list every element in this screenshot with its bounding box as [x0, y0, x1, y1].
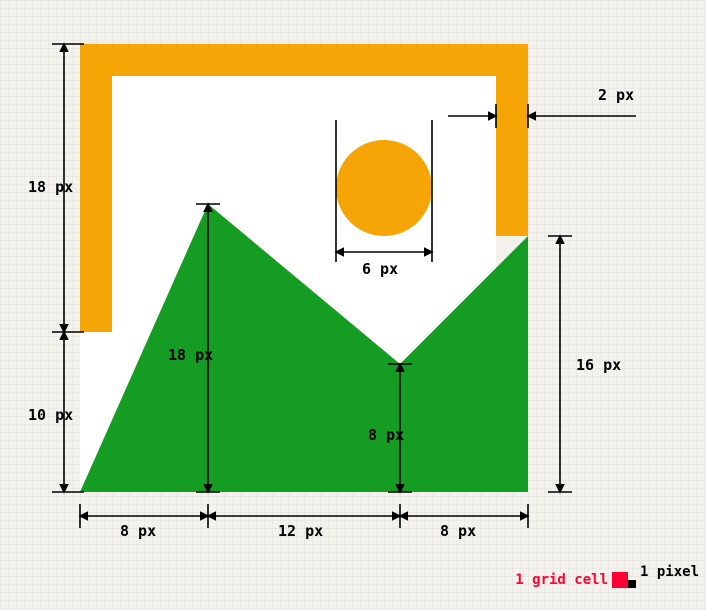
diagram-canvas: 18 px 10 px 18 px 8 px 16 px 8 px 12 px …	[0, 0, 706, 610]
sun-icon	[336, 140, 432, 236]
dim-8-valley: 8 px	[368, 426, 404, 444]
dim-16-right: 16 px	[576, 356, 621, 374]
legend-grid-cell-label: 1 grid cell	[515, 572, 608, 588]
legend-pixel-swatch	[628, 580, 636, 588]
dim-8-bottom-right: 8 px	[440, 522, 476, 540]
dim-6-sun: 6 px	[362, 260, 398, 278]
dim-18-left: 18 px	[28, 178, 73, 196]
dim-18-mountain: 18 px	[168, 346, 213, 364]
legend-grid-cell-swatch	[612, 572, 628, 588]
dim-2-border: 2 px	[598, 86, 634, 104]
picture-icon	[80, 44, 528, 492]
legend-pixel-label: 1 pixel	[640, 564, 699, 580]
dim-8-bottom-left: 8 px	[120, 522, 156, 540]
dim-12-bottom: 12 px	[278, 522, 323, 540]
dim-10-left: 10 px	[28, 406, 73, 424]
